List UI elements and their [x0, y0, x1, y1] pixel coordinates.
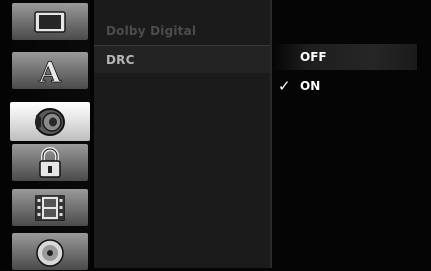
option-off[interactable]: OFF: [272, 44, 417, 70]
svg-text:A: A: [38, 56, 62, 86]
option-label: OFF: [300, 50, 327, 64]
sidebar-item-recording[interactable]: [10, 188, 90, 227]
menu-item-label: DRC: [106, 52, 135, 67]
sidebar-item-disc[interactable]: [10, 232, 90, 271]
language-a-icon: A: [38, 56, 63, 86]
disc-icon: [36, 238, 64, 267]
option-label: ON: [300, 79, 321, 93]
tv-icon: [34, 10, 66, 33]
audio-settings-menu: Dolby Digital DRC: [94, 0, 270, 268]
checkmark-icon: ✓: [278, 77, 291, 95]
setup-menu-screen: A Dolby Digital DRC OFF ✓ ON: [0, 0, 431, 271]
menu-item-drc[interactable]: DRC: [94, 45, 270, 73]
menu-item-dolby-digital[interactable]: Dolby Digital: [94, 17, 270, 44]
padlock-icon: [39, 146, 61, 178]
sidebar-item-lock[interactable]: [10, 143, 90, 182]
sidebar-item-display[interactable]: [10, 2, 90, 41]
sidebar-item-language[interactable]: A: [10, 51, 90, 90]
menu-item-label: Dolby Digital: [106, 23, 197, 38]
sidebar-item-audio[interactable]: [10, 102, 90, 141]
speaker-icon: [35, 107, 65, 136]
setup-category-sidebar: A: [10, 0, 90, 271]
film-icon: [35, 194, 65, 221]
drc-options-list: OFF ✓ ON: [272, 0, 431, 268]
option-on[interactable]: ✓ ON: [272, 73, 417, 99]
